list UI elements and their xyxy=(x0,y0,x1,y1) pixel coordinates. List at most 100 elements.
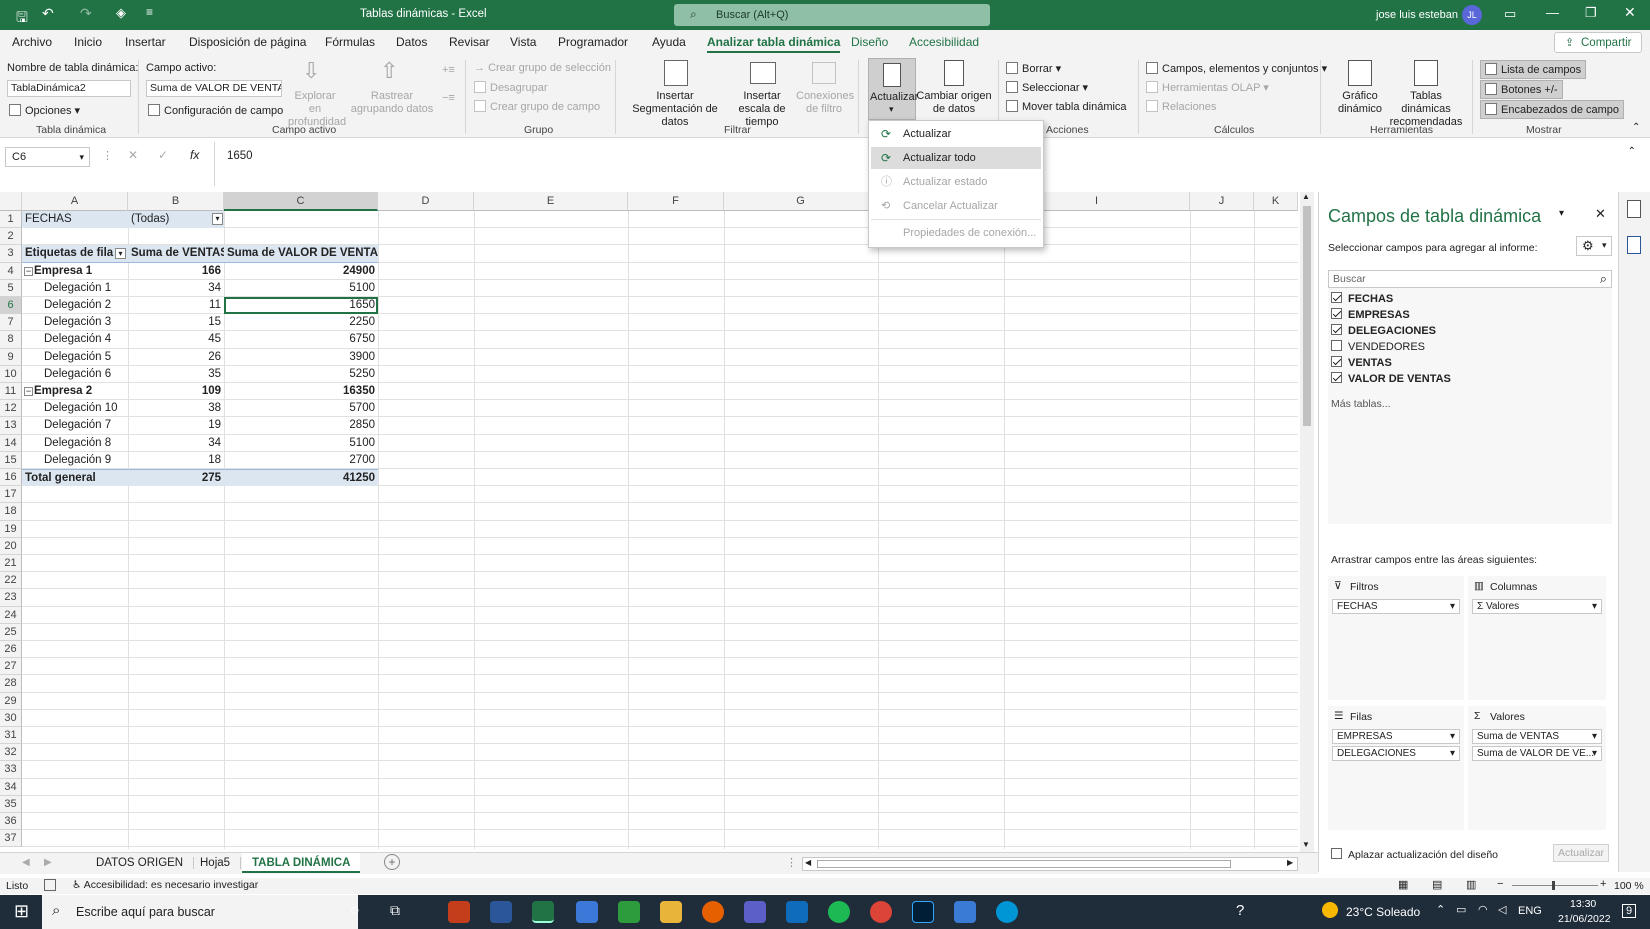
volume-icon[interactable]: ◁ xyxy=(1498,903,1506,916)
cortana-icon[interactable]: ○ xyxy=(350,902,360,920)
share-button[interactable]: ⇪ Compartir xyxy=(1554,32,1642,53)
valor-value[interactable]: 5100 xyxy=(224,435,378,452)
tab-analizar[interactable]: Analizar tabla dinámica xyxy=(707,35,841,53)
clock-time[interactable]: 13:30 xyxy=(1570,898,1596,910)
group-field-button[interactable]: Crear grupo de campo xyxy=(474,100,600,113)
field-item[interactable]: VENTAS xyxy=(1331,356,1392,369)
outlook-icon[interactable] xyxy=(786,901,808,923)
row-header[interactable]: 21 xyxy=(0,555,22,573)
column-header[interactable]: D xyxy=(378,192,474,211)
sheet-tab-active[interactable]: TABLA DINÁMICA xyxy=(242,853,361,873)
ventas-value[interactable]: 38 xyxy=(128,400,224,417)
chrome-icon[interactable] xyxy=(870,901,892,923)
field-item[interactable]: VENDEDORES xyxy=(1331,340,1425,353)
expand-field-icon[interactable]: +≡ xyxy=(442,64,455,76)
page-layout-icon[interactable]: ▤ xyxy=(1432,878,1442,891)
save-icon[interactable]: 🖫 xyxy=(16,7,28,31)
ventas-value[interactable]: 45 xyxy=(128,331,224,348)
pivot-value-header[interactable]: Suma de VALOR DE VENTAS xyxy=(224,245,378,263)
select-all[interactable] xyxy=(0,192,22,211)
pivot-chart-button[interactable]: Gráfico dinámico xyxy=(1330,90,1390,116)
customize-qat-icon[interactable]: ≡ xyxy=(146,5,153,19)
row-header[interactable]: 25 xyxy=(0,623,22,641)
column-header[interactable]: E xyxy=(474,192,628,211)
valor-value[interactable]: 5250 xyxy=(224,366,378,383)
undo-icon[interactable]: ↶ xyxy=(42,5,54,22)
pivot-item-row[interactable]: Delegación 2 xyxy=(22,297,128,314)
pivot-item-row[interactable]: Delegación 8 xyxy=(22,435,128,452)
active-cell[interactable]: 1650 xyxy=(224,297,378,315)
row-header[interactable]: 36 xyxy=(0,813,22,831)
pivot-row-labels-header[interactable]: Etiquetas de fila xyxy=(22,245,128,263)
menu-item-cancel-refresh[interactable]: ⟲ Cancelar Actualizar xyxy=(871,195,1041,217)
tab-disposicion[interactable]: Disposición de página xyxy=(189,35,306,49)
ventas-value[interactable]: 18 xyxy=(128,452,224,469)
row-header[interactable]: 18 xyxy=(0,503,22,521)
menu-item-refresh-status[interactable]: ⓘ Actualizar estado xyxy=(871,171,1041,193)
app-icon[interactable] xyxy=(576,901,598,923)
column-header[interactable]: A xyxy=(22,192,128,211)
close-pane-icon[interactable]: ✕ xyxy=(1595,206,1606,222)
row-header[interactable]: 22 xyxy=(0,572,22,590)
collapse-field-icon[interactable]: −≡ xyxy=(442,92,455,104)
row-header[interactable]: 8 xyxy=(0,331,22,349)
tab-formulas[interactable]: Fórmulas xyxy=(325,35,375,49)
tab-vista[interactable]: Vista xyxy=(510,35,536,49)
spotify-icon[interactable] xyxy=(828,901,850,923)
tab-datos[interactable]: Datos xyxy=(396,35,427,49)
page-break-icon[interactable]: ▥ xyxy=(1466,878,1476,891)
row-header[interactable]: 7 xyxy=(0,314,22,332)
word-icon[interactable] xyxy=(490,901,512,923)
column-header[interactable]: G xyxy=(724,192,878,211)
insert-slicer-button[interactable]: Insertar Segmentación de datos xyxy=(622,90,728,129)
row-header[interactable]: 32 xyxy=(0,744,22,762)
pivot-item-row[interactable]: Delegación 6 xyxy=(22,366,128,383)
row-header[interactable]: 23 xyxy=(0,589,22,607)
pivot-item-row[interactable]: Delegación 9 xyxy=(22,452,128,469)
row-header[interactable]: 9 xyxy=(0,348,22,366)
scroll-thumb[interactable] xyxy=(1303,206,1311,426)
tab-accesibilidad[interactable]: Accesibilidad xyxy=(909,35,979,49)
row-header[interactable]: 26 xyxy=(0,641,22,659)
pivot-filter-label[interactable]: FECHAS xyxy=(22,211,128,229)
row-header[interactable]: 2 xyxy=(0,228,22,246)
pivot-item-row[interactable]: Delegación 5 xyxy=(22,349,128,366)
close-icon[interactable]: ✕ xyxy=(1624,4,1636,21)
ventas-value[interactable]: 109 xyxy=(128,383,224,400)
ventas-value[interactable]: 19 xyxy=(128,417,224,434)
field-item[interactable]: DELEGACIONES xyxy=(1331,324,1436,337)
pivot-filter-value[interactable]: (Todas) xyxy=(128,211,224,229)
field-list-toggle[interactable]: Lista de campos xyxy=(1480,60,1587,79)
more-tables-link[interactable]: Más tablas... xyxy=(1331,398,1391,410)
row-header[interactable]: 33 xyxy=(0,761,22,779)
app-icon[interactable] xyxy=(618,901,640,923)
photos-icon[interactable] xyxy=(954,901,976,923)
sheet-tab[interactable]: DATOS ORIGEN xyxy=(86,857,195,869)
update-button[interactable]: Actualizar xyxy=(1553,844,1609,862)
valor-value[interactable]: 16350 xyxy=(224,383,378,400)
field-checkbox[interactable] xyxy=(1331,340,1342,351)
zoom-slider[interactable] xyxy=(1512,885,1598,886)
row-header[interactable]: 6 xyxy=(0,297,22,315)
field-item[interactable]: VALOR DE VENTAS xyxy=(1331,372,1451,385)
pivot-item-row[interactable]: Delegación 10 xyxy=(22,400,128,417)
scroll-down-icon[interactable]: ▼ xyxy=(1302,840,1310,849)
pivot-total-label[interactable]: Total general xyxy=(22,469,128,487)
collapse-icon[interactable]: − xyxy=(24,266,33,276)
zoom-in-icon[interactable]: + xyxy=(1600,878,1606,890)
field-checkbox[interactable] xyxy=(1331,308,1342,319)
scroll-thumb[interactable] xyxy=(817,860,1231,868)
row-header[interactable]: 3 xyxy=(0,245,22,263)
ungroup-button[interactable]: Desagrupar xyxy=(474,81,547,94)
pivot-group-row[interactable]: − Empresa 1 xyxy=(22,263,128,280)
row-header[interactable]: 4 xyxy=(0,262,22,280)
pivot-value-header[interactable]: Suma de VENTAS xyxy=(128,245,224,263)
row-header[interactable]: 13 xyxy=(0,417,22,435)
area-field-chip[interactable]: EMPRESAS xyxy=(1332,729,1460,744)
pivot-item-row[interactable]: Delegación 1 xyxy=(22,280,128,297)
next-sheet-icon[interactable]: ▶ xyxy=(44,857,52,868)
group-selection-button[interactable]: → Crear grupo de selección xyxy=(474,62,611,74)
area-field-chip[interactable]: Suma de VENTAS xyxy=(1472,729,1602,744)
wifi-icon[interactable]: ◠ xyxy=(1478,903,1488,916)
document-side-icon[interactable] xyxy=(1627,236,1641,254)
